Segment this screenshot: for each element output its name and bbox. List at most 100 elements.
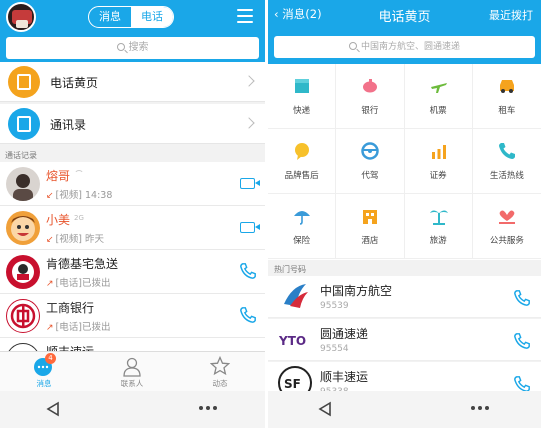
- contact-name: 熔哥: [46, 169, 71, 183]
- unread-badge: 4: [45, 353, 56, 364]
- tab-label: 联系人: [120, 379, 144, 388]
- menu-icon[interactable]: [237, 9, 253, 23]
- phone-icon[interactable]: [239, 262, 257, 280]
- tab-label: 消息: [36, 379, 52, 388]
- profile-avatar[interactable]: [6, 2, 36, 32]
- call-row[interactable]: 工商银行 ↗ [电话]已拨出: [0, 294, 265, 338]
- segmented-control: 消息 电话: [88, 6, 174, 28]
- category-hotel[interactable]: 酒店: [336, 194, 405, 259]
- tab-phone[interactable]: 电话: [131, 7, 173, 27]
- service-name: 圆通速递: [320, 327, 369, 341]
- yellow-pages-icon: [8, 66, 40, 98]
- category-public-service[interactable]: 公共服务: [472, 194, 541, 259]
- nav-label: 电话黄页: [50, 76, 99, 90]
- call-detail: ↗ [电话]已拨出: [46, 322, 111, 333]
- back-triangle-icon[interactable]: [46, 401, 60, 417]
- search-placeholder: 搜索: [128, 42, 149, 53]
- avatar: [6, 167, 40, 201]
- call-detail: ↙ [视频] 14:38: [46, 190, 113, 201]
- video-call-icon[interactable]: [240, 178, 260, 189]
- call-row[interactable]: 肯德基宅急送 ↗ [电话]已拨出: [0, 250, 265, 294]
- call-history-label: 通话记录: [5, 151, 37, 160]
- service-number: 95539: [320, 301, 349, 311]
- category-bank[interactable]: 银行: [336, 64, 405, 129]
- category-grid: 快递 银行 机票 租车 品牌售后 代驾 证券 生活热线 保险 酒店 旅游 公共服…: [268, 64, 541, 260]
- nav-contacts[interactable]: 通讯录: [0, 104, 265, 144]
- avatar: [6, 211, 40, 245]
- sf-logo-text: SF: [284, 377, 301, 391]
- category-car-rental[interactable]: 租车: [472, 64, 541, 129]
- contacts-book-icon: [8, 108, 40, 140]
- phone-icon: [498, 143, 515, 159]
- service-name: 中国南方航空: [320, 284, 393, 298]
- airplane-icon: [430, 83, 447, 93]
- category-travel[interactable]: 旅游: [404, 194, 473, 259]
- hot-number-row[interactable]: 中国南方航空 95539: [268, 276, 541, 318]
- call-detail: ↙ [视频] 昨天: [46, 234, 104, 245]
- bar-chart-icon: [431, 145, 446, 159]
- search-input[interactable]: 中国南方航空、圆通速递: [274, 36, 535, 58]
- person-icon: [123, 357, 141, 377]
- bottom-tab-bar: 4 消息 联系人 动态: [0, 351, 265, 391]
- tab-contacts-bottom[interactable]: 联系人: [88, 352, 176, 392]
- search-placeholder: 中国南方航空、圆通速递: [360, 42, 460, 52]
- call-row[interactable]: 小美 2G ↙ [视频] 昨天: [0, 206, 265, 250]
- yto-logo: YTO: [278, 323, 312, 357]
- video-call-icon[interactable]: [240, 222, 260, 233]
- more-dots-icon[interactable]: [470, 405, 490, 411]
- call-detail: ↗ [电话]已拨出: [46, 278, 111, 289]
- tab-messages[interactable]: 消息: [89, 7, 131, 27]
- phone-icon[interactable]: [513, 332, 531, 350]
- left-phone-screen: 消息 电话 搜索 电话黄页 通讯录 通话记录 熔哥 ↙ [视频] 14:38 小美…: [0, 0, 265, 428]
- chevron-right-icon: [243, 75, 255, 87]
- wifi-icon: [74, 170, 84, 180]
- chevron-right-icon: [243, 117, 255, 129]
- tab-moments-bottom[interactable]: 动态: [176, 352, 264, 392]
- icbc-logo: [6, 299, 40, 333]
- service-name: 顺丰速运: [320, 370, 369, 384]
- steering-wheel-icon: [361, 142, 379, 160]
- umbrella-icon: [294, 211, 310, 225]
- category-life-hotline[interactable]: 生活热线: [472, 129, 541, 194]
- recent-calls-link[interactable]: 最近拨打: [489, 7, 533, 23]
- china-southern-logo: [278, 280, 312, 314]
- piggy-bank-icon: [363, 79, 378, 93]
- back-triangle-icon[interactable]: [318, 401, 332, 417]
- search-area: 搜索: [0, 34, 265, 62]
- nav-yellow-pages[interactable]: 电话黄页: [0, 62, 265, 102]
- contact-name: 肯德基宅急送: [46, 257, 119, 271]
- search-icon: [116, 43, 125, 51]
- car-icon: [499, 80, 514, 93]
- phone-icon[interactable]: [239, 306, 257, 324]
- palm-tree-icon: [429, 210, 448, 225]
- building-icon: [363, 210, 378, 224]
- category-flights[interactable]: 机票: [404, 64, 473, 129]
- category-express[interactable]: 快递: [268, 64, 337, 129]
- hot-numbers-label: 热门号码: [274, 265, 306, 274]
- yto-logo-text: YTO: [278, 334, 306, 348]
- header-bar: 消息 电话: [0, 0, 265, 34]
- tab-label: 动态: [212, 379, 228, 388]
- more-dots-icon[interactable]: [198, 405, 218, 411]
- category-after-sales[interactable]: 品牌售后: [268, 129, 337, 194]
- kfc-logo: [6, 255, 40, 289]
- service-number: 95554: [320, 344, 349, 354]
- network-tag: 2G: [74, 214, 84, 222]
- heart-hand-icon: [498, 210, 515, 224]
- phone-icon[interactable]: [513, 289, 531, 307]
- hot-number-row[interactable]: YTO 圆通速递 95554: [268, 319, 541, 361]
- category-insurance[interactable]: 保险: [268, 194, 337, 259]
- box-icon: [295, 79, 309, 93]
- category-securities[interactable]: 证券: [404, 129, 473, 194]
- header-bar: ‹ 消息(2) 电话黄页 最近拨打: [268, 0, 541, 30]
- call-row[interactable]: 熔哥 ↙ [视频] 14:38: [0, 162, 265, 206]
- category-chauffeur[interactable]: 代驾: [336, 129, 405, 194]
- system-nav-bar: [268, 391, 541, 428]
- star-icon: [210, 356, 230, 376]
- contact-name: 工商银行: [46, 301, 95, 315]
- tab-messages-bottom[interactable]: 4 消息: [0, 352, 88, 392]
- search-area: 中国南方航空、圆通速递: [268, 30, 541, 64]
- right-phone-screen: ‹ 消息(2) 电话黄页 最近拨打 中国南方航空、圆通速递 快递 银行 机票 租…: [268, 0, 541, 428]
- search-input[interactable]: 搜索: [6, 37, 259, 59]
- nav-label: 通讯录: [50, 118, 87, 132]
